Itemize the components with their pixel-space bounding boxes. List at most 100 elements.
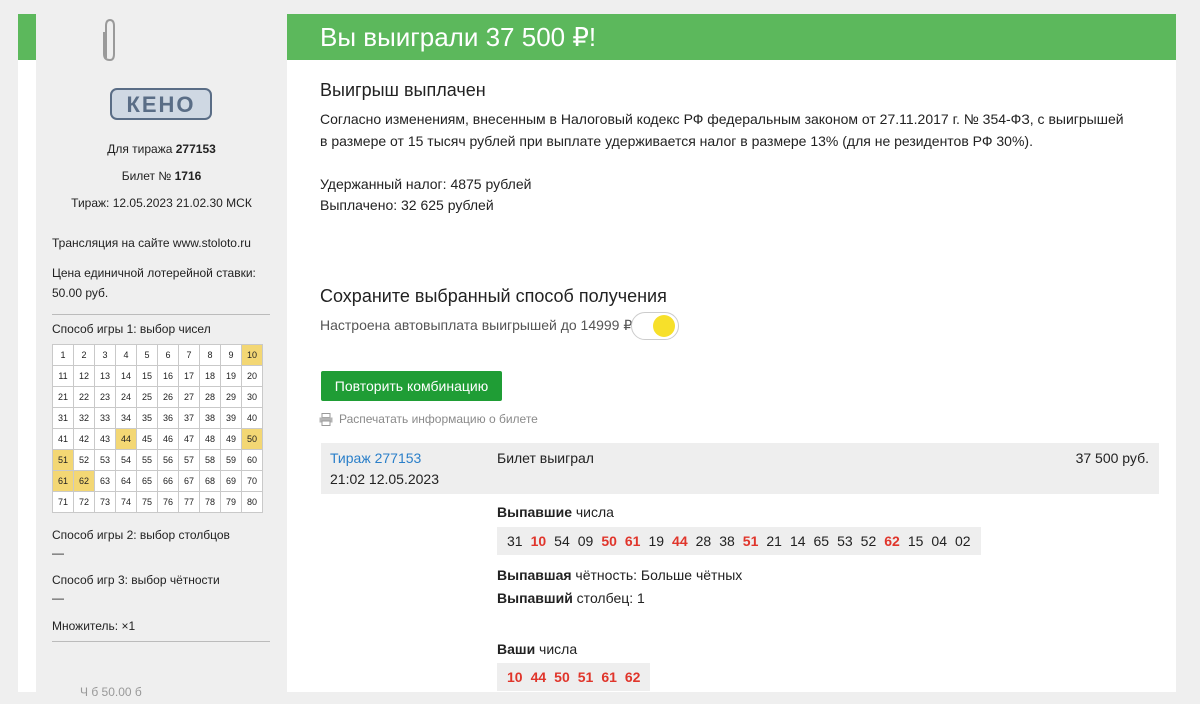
grid-cell: 72 <box>73 491 95 513</box>
grid-cell: 14 <box>115 365 137 387</box>
grid-cell: 75 <box>136 491 158 513</box>
grid-cell: 70 <box>241 470 263 492</box>
ticket-card: КЕНО Для тиража 277153 Билет № 1716 Тира… <box>36 14 287 704</box>
printer-icon <box>319 412 333 426</box>
your-numbers-heading: Ваши числа <box>497 641 577 657</box>
price-label: Цена единичной лотерейной ставки: <box>52 266 256 280</box>
ball-number: 28 <box>695 533 712 549</box>
paid-out: Выплачено: 32 625 рублей <box>320 197 494 213</box>
drawn-numbers: 31 10 54 09 50 61 19 44 28 38 51 21 14 65 53 52 62 15 04 02 <box>497 527 981 555</box>
draw-line: Для тиража 277153 <box>36 142 287 156</box>
grid-cell: 11 <box>52 365 74 387</box>
grid-cell: 62 <box>73 470 95 492</box>
grid-cell: 4 <box>115 344 137 366</box>
ball-number: 61 <box>624 533 641 549</box>
grid-cell: 79 <box>220 491 242 513</box>
ball-number: 19 <box>648 533 665 549</box>
result-row: Тираж 277153 21:02 12.05.2023 Билет выиг… <box>321 443 1159 494</box>
game3-value: — <box>52 591 64 605</box>
grid-cell: 58 <box>199 449 221 471</box>
grid-cell: 36 <box>157 407 179 429</box>
price-value: 50.00 руб. <box>52 286 109 300</box>
your-bold: Ваши <box>497 641 536 657</box>
print-ticket-link[interactable]: Распечатать информацию о билете <box>319 412 538 426</box>
grid-cell: 22 <box>73 386 95 408</box>
divider <box>52 314 270 315</box>
ball-number: 51 <box>742 533 759 549</box>
grid-cell: 51 <box>52 449 74 471</box>
grid-cell: 63 <box>94 470 116 492</box>
grid-cell: 12 <box>73 365 95 387</box>
win-title: Вы выиграли 37 500 ₽! <box>320 22 597 52</box>
grid-cell: 52 <box>73 449 95 471</box>
ball-number: 21 <box>766 533 782 549</box>
grid-cell: 37 <box>178 407 200 429</box>
paperclip-icon <box>103 18 115 62</box>
grid-cell: 47 <box>178 428 200 450</box>
grid-cell: 8 <box>199 344 221 366</box>
draw-link[interactable]: Тираж 277153 <box>330 450 421 466</box>
win-banner: Вы выиграли 37 500 ₽! <box>287 14 1176 60</box>
grid-cell: 78 <box>199 491 221 513</box>
broadcast-text: Трансляция на сайте www.stoloto.ru <box>52 236 251 250</box>
grid-cell: 43 <box>94 428 116 450</box>
grid-cell: 44 <box>115 428 137 450</box>
grid-cell: 66 <box>157 470 179 492</box>
grid-cell: 26 <box>157 386 179 408</box>
grid-cell: 42 <box>73 428 95 450</box>
repeat-combination-button[interactable]: Повторить комбинацию <box>321 371 502 401</box>
grid-cell: 6 <box>157 344 179 366</box>
ball-number: 62 <box>884 533 900 549</box>
grid-cell: 2 <box>73 344 95 366</box>
grid-cell: 38 <box>199 407 221 429</box>
ball-number: 10 <box>507 669 523 685</box>
ball-number: 09 <box>577 533 594 549</box>
grid-cell: 74 <box>115 491 137 513</box>
grid-cell: 17 <box>178 365 200 387</box>
grid-cell: 41 <box>52 428 74 450</box>
draw-datetime: Тираж: 12.05.2023 21.02.30 МСК <box>71 196 252 210</box>
ball-number: 02 <box>954 533 971 549</box>
ball-number: 51 <box>577 669 594 685</box>
grid-cell: 76 <box>157 491 179 513</box>
ticket-number: 1716 <box>174 169 202 183</box>
grid-cell: 3 <box>94 344 116 366</box>
ball-number: 38 <box>719 533 735 549</box>
autopay-toggle[interactable] <box>631 312 679 340</box>
ball-number: 14 <box>789 533 806 549</box>
grid-cell: 68 <box>199 470 221 492</box>
grid-cell: 13 <box>94 365 116 387</box>
grid-cell: 53 <box>94 449 116 471</box>
grid-cell: 32 <box>73 407 95 429</box>
grid-cell: 30 <box>241 386 263 408</box>
receive-heading: Сохраните выбранный способ получения <box>320 286 667 306</box>
grid-cell: 27 <box>178 386 200 408</box>
main-panel: Вы выиграли 37 500 ₽! Выигрыш выплачен С… <box>287 14 1176 692</box>
ball-number: 52 <box>860 533 877 549</box>
won-amount: 37 500 руб. <box>1075 450 1149 466</box>
drawn-bold: Выпавшие <box>497 504 572 520</box>
grid-cell: 46 <box>157 428 179 450</box>
ball-number: 44 <box>530 669 547 685</box>
tax-withheld: Удержанный налог: 4875 рублей <box>320 176 532 192</box>
grid-cell: 28 <box>199 386 221 408</box>
ball-number: 15 <box>907 533 924 549</box>
ball-number: 04 <box>931 533 947 549</box>
ball-number: 50 <box>554 669 570 685</box>
ticket-number-line: Билет № 1716 <box>36 169 287 183</box>
logo-text: КЕНО <box>126 92 195 117</box>
ball-number: 65 <box>813 533 830 549</box>
keno-logo: КЕНО <box>110 88 212 120</box>
grid-cell: 7 <box>178 344 200 366</box>
grid-cell: 77 <box>178 491 200 513</box>
grid-cell: 10 <box>241 344 263 366</box>
ticket-label: Билет № <box>121 169 172 183</box>
ball-number: 62 <box>624 669 641 685</box>
tax-text-2: в размере от 15 тысяч рублей при выплате… <box>320 133 1033 149</box>
grid-cell: 15 <box>136 365 158 387</box>
grid-cell: 29 <box>220 386 242 408</box>
grid-cell: 73 <box>94 491 116 513</box>
grid-cell: 64 <box>115 470 137 492</box>
grid-cell: 80 <box>241 491 263 513</box>
grid-cell: 20 <box>241 365 263 387</box>
